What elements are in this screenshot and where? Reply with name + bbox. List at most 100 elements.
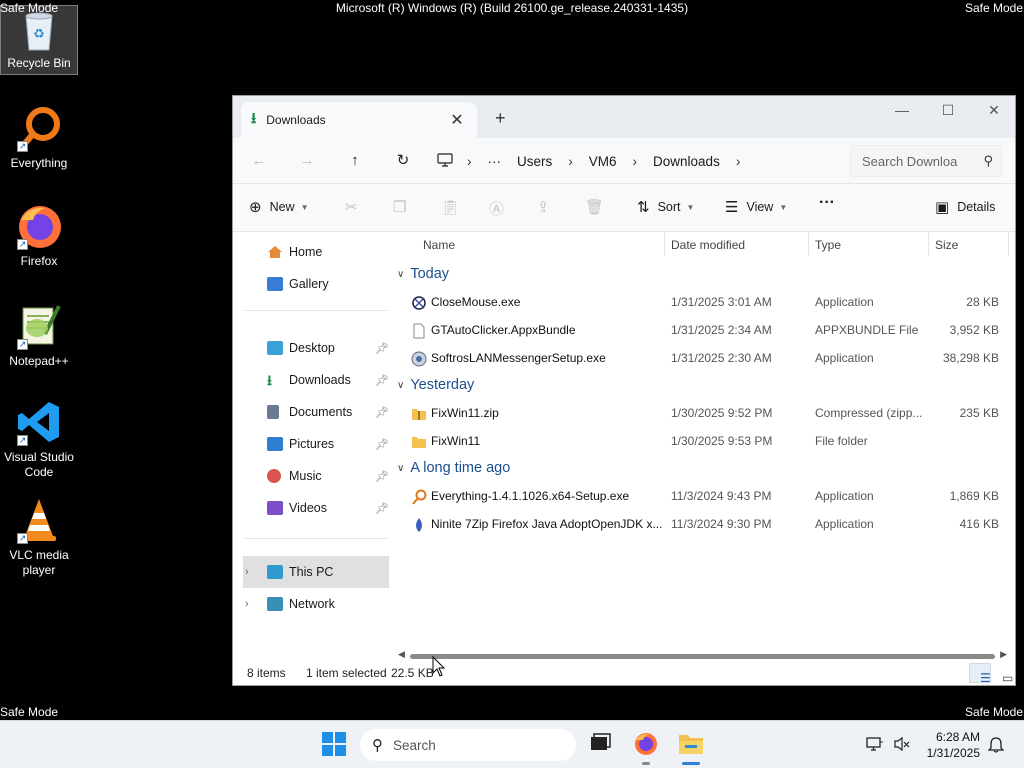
notification-bell-icon[interactable] <box>987 736 1005 756</box>
file-row[interactable]: Everything-1.4.1.1026.x64-Setup.exe 11/3… <box>389 482 1015 510</box>
file-row[interactable]: Ninite 7Zip Firefox Java AdoptOpenJDK x.… <box>389 510 1015 538</box>
nav-videos[interactable]: Videos 📌︎ <box>243 492 389 524</box>
maximize-button[interactable]: ☐ <box>925 96 971 126</box>
file-row[interactable]: FixWin11 1/30/2025 9:53 PM File folder <box>389 427 1015 455</box>
tiles-view-button[interactable]: ▭ <box>991 663 1013 685</box>
nav-downloads[interactable]: ⭳ Downloads 📌︎ <box>243 364 389 396</box>
file-type: Application <box>815 517 874 531</box>
close-window-button[interactable]: ✕ <box>971 96 1017 126</box>
nav-desktop[interactable]: Desktop 📌︎ <box>243 332 389 364</box>
nav-label: Videos <box>289 501 327 515</box>
divider <box>245 310 387 311</box>
group-header-today[interactable]: ∨ Today <box>397 266 449 282</box>
scrollbar-thumb[interactable] <box>410 654 995 659</box>
file-row[interactable]: SoftrosLANMessengerSetup.exe 1/31/2025 2… <box>389 344 1015 372</box>
group-label: A long time ago <box>410 460 511 476</box>
videos-icon <box>267 501 283 515</box>
new-button[interactable]: ⊕ New ▼ <box>249 198 309 216</box>
breadcrumb-downloads[interactable]: Downloads <box>653 154 720 169</box>
breadcrumb-vm6[interactable]: VM6 <box>589 154 617 169</box>
file-name: SoftrosLANMessengerSetup.exe <box>431 351 606 365</box>
volume-muted-icon[interactable] <box>893 736 911 755</box>
desktop-icon-label: VLC media player <box>9 548 69 577</box>
details-view-button[interactable]: ☰ <box>969 663 991 685</box>
forward-button[interactable]: → <box>295 150 319 174</box>
column-type[interactable]: Type <box>815 238 841 252</box>
desktop-icon-everything[interactable]: ↗ Everything <box>0 104 78 171</box>
cut-button[interactable]: ✂ <box>345 198 358 216</box>
refresh-button[interactable]: ↻ <box>391 150 415 174</box>
nav-this-pc[interactable]: › This PC <box>243 556 389 588</box>
horizontal-scrollbar[interactable]: ◀ ▶ <box>398 649 1007 661</box>
search-input[interactable]: Search Downloa ⚲ <box>850 145 1002 177</box>
clock[interactable]: 6:28 AM 1/31/2025 <box>910 729 980 761</box>
details-pane-button[interactable]: ▣ Details <box>935 198 995 216</box>
column-size[interactable]: Size <box>935 238 958 252</box>
column-divider[interactable] <box>1008 232 1009 256</box>
tab-bar: ⭳ Downloads ✕ + — ☐ ✕ <box>233 96 1015 138</box>
file-row[interactable]: FixWin11.zip 1/30/2025 9:52 PM Compresse… <box>389 399 1015 427</box>
sort-button[interactable]: ⇅ Sort ▼ <box>637 198 694 216</box>
nav-network[interactable]: › Network <box>243 588 389 620</box>
desktop-icon <box>267 341 283 355</box>
nav-music[interactable]: Music 📌︎ <box>243 460 389 492</box>
task-view-button[interactable] <box>588 731 616 759</box>
delete-button[interactable]: 🗑︎ <box>585 198 604 216</box>
chevron-right-icon: › <box>632 153 638 169</box>
nav-home[interactable]: Home <box>243 236 389 268</box>
back-button[interactable]: ← <box>247 150 271 174</box>
address-bar[interactable]: › ··· Users › VM6 › Downloads › <box>437 145 837 177</box>
column-date[interactable]: Date modified <box>671 238 745 252</box>
desktop-icon-firefox[interactable]: ↗ Firefox <box>0 202 78 269</box>
desktop-icon-vscode[interactable]: ↗ Visual Studio Code <box>0 398 78 480</box>
taskbar-firefox[interactable] <box>633 731 661 759</box>
scroll-right-icon[interactable]: ▶ <box>1000 649 1007 660</box>
network-status-icon[interactable] <box>866 736 884 755</box>
shortcut-arrow-icon: ↗ <box>17 533 28 544</box>
breadcrumb-users[interactable]: Users <box>517 154 552 169</box>
search-icon: ⚲ <box>983 153 993 168</box>
view-button[interactable]: ☰ View ▼ <box>725 198 787 216</box>
chevron-right-icon[interactable]: › <box>736 154 741 169</box>
taskbar-search[interactable]: ⚲ Search <box>360 729 576 761</box>
status-bar: 8 items 1 item selected 22.5 KB ☰ ▭ <box>233 661 1015 685</box>
file-row[interactable]: GTAutoClicker.AppxBundle 1/31/2025 2:34 … <box>389 316 1015 344</box>
copy-button[interactable]: ❐ <box>393 198 406 216</box>
overflow-ellipsis-icon[interactable]: ··· <box>488 154 502 169</box>
column-divider[interactable] <box>808 232 809 256</box>
up-button[interactable]: ↑ <box>343 150 367 174</box>
nav-gallery[interactable]: Gallery <box>243 268 389 300</box>
rename-button[interactable]: Ⓐ <box>489 198 504 219</box>
taskbar: ⚲ Search 6:28 AM 1/31/2025 <box>0 720 1024 768</box>
start-button[interactable] <box>321 731 349 759</box>
desktop-icon-recycle-bin[interactable]: ♻ Recycle Bin <box>0 5 78 75</box>
group-header-yesterday[interactable]: ∨ Yesterday <box>397 377 474 393</box>
paste-button[interactable]: 📋︎ <box>441 198 460 216</box>
navigation-bar: ← → ↑ ↻ › ··· Users › VM6 › Downloads › … <box>233 138 1015 184</box>
firefox-icon: ↗ <box>15 202 63 250</box>
tab-downloads[interactable]: ⭳ Downloads ✕ <box>241 102 477 138</box>
minimize-button[interactable]: — <box>879 96 925 126</box>
chevron-down-icon: ∨ <box>397 379 405 391</box>
nav-documents[interactable]: Documents 📌︎ <box>243 396 389 428</box>
close-tab-icon[interactable]: ✕ <box>447 110 467 130</box>
chevron-right-icon[interactable]: › <box>245 598 249 610</box>
file-size: 1,869 KB <box>949 489 999 503</box>
new-tab-button[interactable]: + <box>495 108 506 129</box>
more-options-button[interactable]: ··· <box>819 194 835 212</box>
column-divider[interactable] <box>928 232 929 256</box>
scroll-left-icon[interactable]: ◀ <box>398 649 405 660</box>
desktop-icon-notepadpp[interactable]: ↗ Notepad++ <box>0 302 78 369</box>
pin-icon: 📌︎ <box>375 342 389 355</box>
column-divider[interactable] <box>664 232 665 256</box>
desktop-icon-vlc[interactable]: ↗ VLC media player <box>0 496 78 578</box>
file-row[interactable]: CloseMouse.exe 1/31/2025 3:01 AM Applica… <box>389 288 1015 316</box>
chevron-right-icon[interactable]: › <box>245 566 249 578</box>
nav-pictures[interactable]: Pictures 📌︎ <box>243 428 389 460</box>
column-name[interactable]: Name <box>423 238 455 252</box>
group-header-long-ago[interactable]: ∨ A long time ago <box>397 460 510 476</box>
pin-icon: 📌︎ <box>375 406 389 419</box>
taskbar-file-explorer[interactable] <box>677 731 705 759</box>
new-label: New <box>269 200 295 214</box>
share-button[interactable]: ⇪ <box>537 198 550 216</box>
